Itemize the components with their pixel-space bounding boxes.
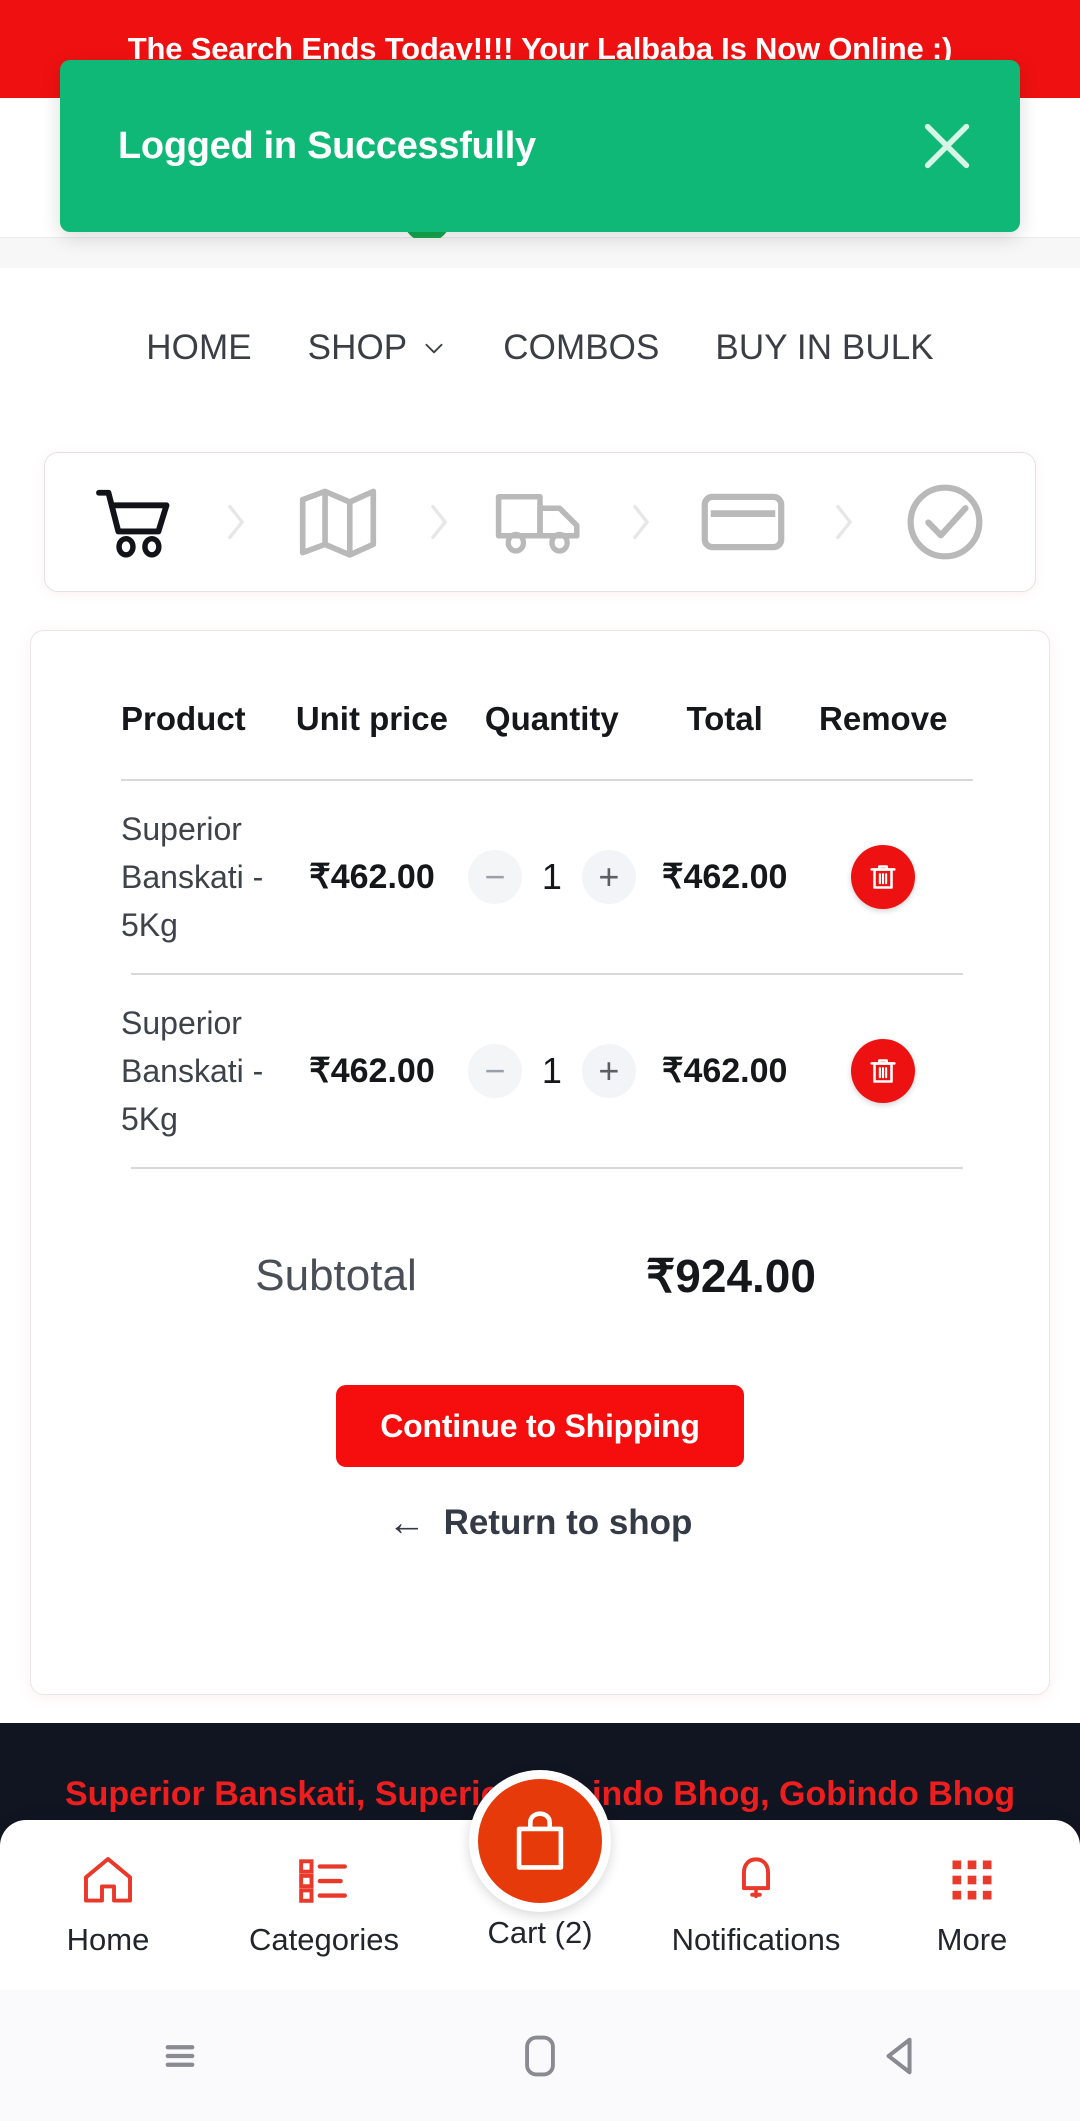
quantity-stepper: − 1 + bbox=[462, 850, 642, 904]
cart-table-header: Product Unit price Quantity Total Remove bbox=[121, 659, 959, 779]
continue-to-shipping-button[interactable]: Continue to Shipping bbox=[336, 1385, 744, 1467]
rounded-square-icon bbox=[525, 2035, 555, 2077]
chevron-right-icon bbox=[422, 500, 456, 544]
product-unit-price: ₹462.00 bbox=[309, 1052, 435, 1090]
product-line-total: ₹462.00 bbox=[661, 858, 788, 896]
bottom-tab-label: Notifications bbox=[671, 1922, 841, 1957]
trash-icon bbox=[870, 1059, 896, 1083]
cart-actions: Continue to Shipping ← Return to shop bbox=[121, 1385, 959, 1543]
bottom-tab-label: Home bbox=[66, 1922, 150, 1957]
menu-lines-icon bbox=[165, 2045, 195, 2067]
column-header-product: Product bbox=[121, 700, 246, 737]
nav-item-label: HOME bbox=[146, 328, 252, 367]
chevron-down-icon bbox=[421, 335, 447, 361]
trash-icon bbox=[870, 865, 896, 889]
home-icon bbox=[81, 1852, 135, 1908]
bottom-tab-label: Cart (2) bbox=[487, 1915, 593, 1950]
main-navigation: HOME SHOP COMBOS BUY IN BULK bbox=[0, 268, 1080, 428]
column-header-total: Total bbox=[686, 700, 763, 737]
nav-item-buy-in-bulk[interactable]: BUY IN BULK bbox=[687, 328, 961, 368]
triangle-left-icon bbox=[886, 2037, 912, 2075]
bottom-tab-label: More bbox=[936, 1922, 1008, 1957]
quantity-value: 1 bbox=[541, 856, 562, 897]
close-icon[interactable] bbox=[904, 103, 990, 189]
bottom-tab-home[interactable]: Home bbox=[0, 1820, 216, 1990]
subtotal-label: Subtotal bbox=[255, 1251, 417, 1300]
quantity-stepper: − 1 + bbox=[462, 1044, 642, 1098]
shopping-cart-icon[interactable] bbox=[89, 480, 181, 564]
increase-quantity-button[interactable]: + bbox=[581, 1044, 636, 1098]
credit-card-icon[interactable] bbox=[697, 480, 789, 564]
product-line-total: ₹462.00 bbox=[661, 1052, 788, 1090]
column-header-quantity: Quantity bbox=[484, 700, 619, 737]
chevron-right-icon bbox=[624, 500, 658, 544]
quantity-value: 1 bbox=[541, 1050, 562, 1091]
bottom-tab-more[interactable]: More bbox=[864, 1820, 1080, 1990]
map-icon[interactable] bbox=[292, 480, 384, 564]
header-bottom-band bbox=[0, 238, 1080, 268]
app-screen: The Search Ends Today!!!! Your Lalbaba I… bbox=[0, 0, 1080, 2121]
return-to-shop-link[interactable]: ← Return to shop bbox=[388, 1503, 693, 1543]
subtotal-row: Subtotal ₹924.00 bbox=[121, 1201, 959, 1351]
return-to-shop-label: Return to shop bbox=[443, 1503, 693, 1542]
subtotal-divider bbox=[131, 1167, 963, 1169]
bell-icon bbox=[732, 1852, 780, 1908]
check-circle-icon[interactable] bbox=[899, 480, 991, 564]
nav-item-label: BUY IN BULK bbox=[715, 328, 934, 367]
toast-message: Logged in Successfully bbox=[118, 124, 536, 167]
arrow-left-icon: ← bbox=[387, 1502, 426, 1544]
column-header-unit-price: Unit price bbox=[295, 700, 449, 737]
nav-item-shop[interactable]: SHOP bbox=[280, 328, 476, 368]
truck-icon[interactable] bbox=[494, 480, 586, 564]
column-header-remove: Remove bbox=[819, 700, 948, 737]
cart-summary-card: Product Unit price Quantity Total Remove… bbox=[30, 630, 1050, 1695]
nav-item-home[interactable]: HOME bbox=[118, 328, 279, 368]
product-unit-price: ₹462.00 bbox=[309, 858, 435, 896]
remove-item-button[interactable] bbox=[851, 1039, 916, 1103]
decrease-quantity-button[interactable]: − bbox=[467, 1044, 522, 1098]
back-button[interactable] bbox=[840, 2016, 960, 2096]
chevron-right-icon bbox=[827, 500, 861, 544]
system-navigation-bar bbox=[0, 1991, 1080, 2121]
chevron-right-icon bbox=[219, 500, 253, 544]
table-row: Superior Banskati - 5Kg ₹462.00 − 1 + ₹4… bbox=[121, 781, 959, 973]
grid-dots-icon bbox=[946, 1852, 998, 1908]
home-button[interactable] bbox=[480, 2016, 600, 2096]
table-row: Superior Banskati - 5Kg ₹462.00 − 1 + ₹4… bbox=[121, 975, 959, 1167]
product-name: Superior Banskati - 5Kg bbox=[121, 811, 264, 943]
list-icon bbox=[297, 1852, 351, 1908]
shopping-bag-icon bbox=[516, 1811, 564, 1870]
login-success-toast: Logged in Successfully bbox=[60, 60, 1020, 232]
product-name: Superior Banskati - 5Kg bbox=[121, 1005, 264, 1137]
bottom-tab-label: Categories bbox=[249, 1922, 399, 1957]
bottom-tab-notifications[interactable]: Notifications bbox=[648, 1820, 864, 1990]
increase-quantity-button[interactable]: + bbox=[581, 850, 636, 904]
nav-item-label: SHOP bbox=[307, 328, 408, 367]
nav-item-label: COMBOS bbox=[503, 328, 660, 367]
recents-button[interactable] bbox=[120, 2016, 240, 2096]
bottom-tab-categories[interactable]: Categories bbox=[216, 1820, 432, 1990]
nav-item-combos[interactable]: COMBOS bbox=[475, 328, 687, 368]
decrease-quantity-button[interactable]: − bbox=[467, 850, 522, 904]
checkout-stepper bbox=[44, 452, 1036, 592]
cart-fab-button[interactable] bbox=[469, 1770, 611, 1912]
subtotal-value: ₹924.00 bbox=[646, 1250, 816, 1302]
remove-item-button[interactable] bbox=[851, 845, 916, 909]
